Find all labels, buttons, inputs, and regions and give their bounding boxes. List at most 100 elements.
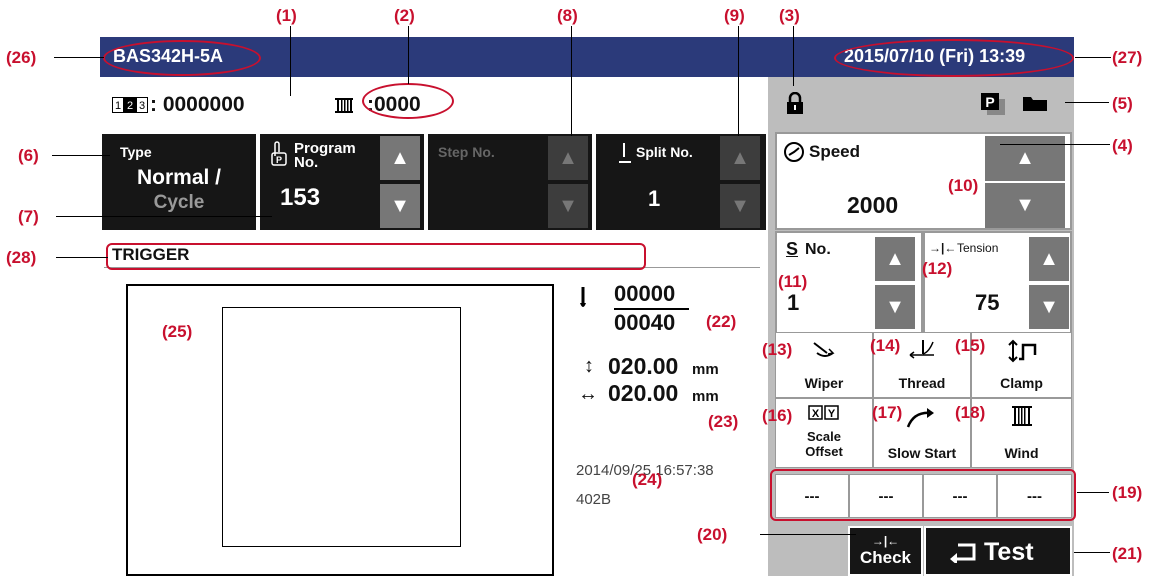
height-value: 020.00: [608, 353, 679, 379]
callout-15: (15): [955, 336, 986, 355]
pattern-square: [222, 307, 461, 547]
leader-20: [760, 534, 856, 535]
wind-button[interactable]: Wind: [971, 398, 1072, 468]
bobbin-icon: [335, 98, 353, 113]
leader-8: [571, 26, 572, 136]
check-label: Check: [859, 548, 912, 567]
wiper-icon: [813, 342, 835, 357]
callout-9: (9): [724, 6, 745, 25]
leader-5: [1065, 102, 1109, 103]
program-up-button[interactable]: ▲: [380, 136, 420, 180]
step-label: Step No.: [438, 144, 495, 160]
s-no-value: 1: [787, 290, 800, 315]
slow-start-icon: [906, 408, 934, 428]
check-button[interactable]: →|← Check: [848, 526, 923, 576]
type-value-line1: Normal /: [136, 166, 222, 189]
leader-3: [793, 26, 794, 86]
leader-6: [52, 155, 110, 156]
callout-16: (16): [762, 406, 793, 425]
callout-11: (11): [778, 272, 808, 291]
offset-label: Offset: [805, 444, 843, 459]
test-button[interactable]: Test: [924, 526, 1072, 576]
type-tile[interactable]: Type Normal / Cycle: [100, 132, 258, 232]
callout-22: (22): [706, 312, 737, 331]
file-code: 402B: [576, 491, 612, 508]
callout-23: (23): [708, 412, 739, 431]
callout-10: (10): [948, 176, 979, 195]
callout-12: (12): [922, 259, 953, 278]
thread-icon: [909, 340, 934, 359]
program-down-button[interactable]: ▼: [380, 184, 420, 228]
scale-xy-icon: X Y: [808, 405, 839, 420]
callout-oval-27: [834, 39, 1074, 77]
type-label: Type: [120, 144, 152, 160]
leader-27: [1075, 57, 1111, 58]
folder-icon[interactable]: [1022, 94, 1048, 112]
thread-label: Thread: [898, 375, 946, 391]
leader-4: [1000, 144, 1110, 145]
callout-1: (1): [276, 6, 297, 25]
s-no-icon: S: [786, 239, 799, 259]
type-value-line2: Cycle: [153, 192, 205, 213]
tension-tile[interactable]: →|← Tension 75 ▲ ▼: [923, 231, 1072, 334]
width-unit: mm: [692, 388, 719, 405]
callout-20: (20): [697, 525, 728, 544]
callout-3: (3): [779, 6, 800, 25]
check-tension-icon: →|←: [871, 534, 900, 548]
speed-value: 2000: [847, 192, 899, 218]
clamp-icon: [1007, 339, 1036, 363]
leader-7: [56, 216, 272, 217]
callout-18: (18): [955, 403, 986, 422]
callout-8: (8): [557, 6, 578, 25]
callout-4: (4): [1112, 136, 1133, 155]
callout-oval-2: [362, 83, 454, 119]
tension-up-button[interactable]: ▲: [1029, 237, 1069, 281]
program-hand-icon: P: [271, 141, 287, 166]
svg-text:3: 3: [139, 100, 145, 112]
callout-14: (14): [870, 336, 901, 355]
callout-13: (13): [762, 340, 793, 359]
speed-tile[interactable]: Speed 2000 ▲ ▼: [775, 132, 1072, 230]
tension-icon: →|←: [929, 241, 957, 255]
speed-up-button[interactable]: ▲: [985, 136, 1065, 181]
scale-label: Scale: [807, 429, 841, 444]
callout-6: (6): [18, 146, 39, 165]
svg-text:Y: Y: [828, 408, 836, 420]
split-no-tile[interactable]: Split No. 1 ▲ ▼: [594, 132, 768, 232]
width-value: 020.00: [608, 380, 679, 406]
counter-123-icon: 1 2 3: [112, 97, 148, 113]
tension-value: 75: [975, 290, 1000, 315]
program-label-no: No.: [294, 154, 319, 171]
needle-count-icon: [580, 287, 586, 307]
svg-text:2: 2: [127, 100, 133, 112]
split-down-button: ▼: [720, 184, 760, 228]
callout-28: (28): [6, 248, 37, 267]
wiper-label: Wiper: [804, 375, 844, 391]
leader-21: [1074, 552, 1110, 553]
svg-text:1: 1: [115, 100, 121, 112]
tension-down-button[interactable]: ▼: [1029, 285, 1069, 329]
clamp-button[interactable]: Clamp: [971, 332, 1072, 398]
svg-text:P: P: [985, 94, 994, 110]
lock-icon[interactable]: [786, 92, 804, 114]
leader-2: [408, 26, 409, 84]
wind-label: Wind: [1004, 445, 1039, 461]
leader-9: [738, 26, 739, 136]
tension-label: Tension: [957, 241, 999, 255]
bobbin-wind-icon: [1011, 406, 1032, 426]
program-no-tile[interactable]: P Program No. 153 ▲ ▼: [258, 132, 426, 232]
s-no-up-button[interactable]: ▲: [875, 237, 915, 281]
callout-oval-26: [103, 40, 261, 76]
callout-25: (25): [162, 322, 193, 341]
height-unit: mm: [692, 361, 719, 378]
s-no-down-button[interactable]: ▼: [875, 285, 915, 329]
callout-27: (27): [1112, 48, 1143, 67]
speed-down-button[interactable]: ▼: [985, 183, 1065, 228]
s-no-label: No.: [805, 241, 831, 258]
leader-26: [54, 57, 104, 58]
callout-26: (26): [6, 48, 37, 67]
program-p-icon[interactable]: P: [980, 92, 1006, 116]
callout-19: (19): [1112, 483, 1143, 502]
callout-24: (24): [632, 470, 663, 489]
callout-17: (17): [872, 403, 903, 422]
